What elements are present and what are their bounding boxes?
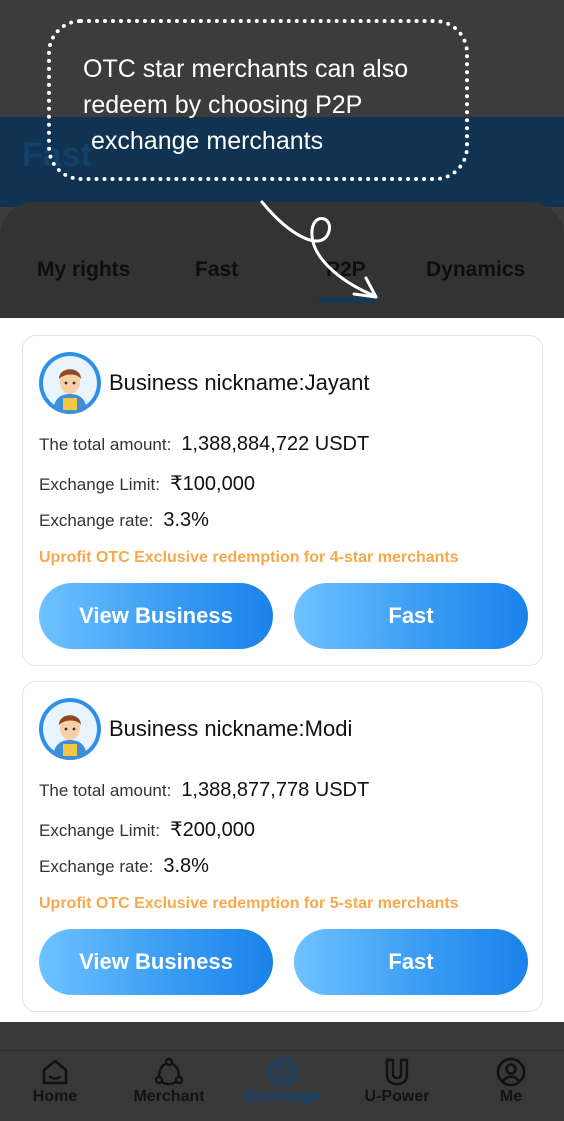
merchant-icon — [154, 1057, 184, 1086]
tooltip-line-2: redeem by choosing P2P — [83, 91, 363, 119]
fast-button[interactable]: Fast — [294, 929, 528, 995]
guide-tooltip: OTC star merchants can also redeem by ch… — [47, 19, 469, 181]
total-amount-value: 1,388,884,722 USDT — [181, 433, 370, 455]
home-icon — [42, 1059, 68, 1085]
total-amount-value: 1,388,877,778 USDT — [181, 779, 370, 801]
tooltip-line-3: exchange merchants — [91, 127, 324, 155]
exchange-limit-label: Exchange Limit: — [39, 821, 160, 840]
tab-dynamics[interactable]: Dynamics — [426, 258, 525, 282]
tab-my-rights[interactable]: My rights — [37, 258, 130, 282]
fast-button[interactable]: Fast — [294, 583, 528, 649]
merchant-card: Business nickname:Jayant The total amoun… — [22, 335, 543, 666]
exchange-rate-label: Exchange rate: — [39, 511, 154, 530]
nav-me-label: Me — [499, 1088, 523, 1105]
nav-me[interactable]: Me — [461, 1056, 561, 1106]
exchange-rate-label: Exchange rate: — [39, 857, 154, 876]
exchange-icon — [268, 1057, 298, 1087]
total-amount-row: The total amount: 1,388,877,778 USDT — [39, 779, 369, 802]
exchange-rate-row: Exchange rate: 3.8% — [39, 855, 209, 878]
profile-icon — [496, 1057, 526, 1087]
exclusive-note: Uprofit OTC Exclusive redemption for 4-s… — [39, 549, 459, 566]
nav-u-power-label: U-Power — [364, 1088, 430, 1105]
exchange-limit-value: ₹200,000 — [169, 819, 255, 841]
merchant-avatar-icon — [43, 356, 97, 414]
tooltip-arrow-icon — [260, 200, 378, 299]
merchant-nickname: Business nickname:Modi — [109, 716, 353, 741]
view-business-button[interactable]: View Business — [39, 583, 273, 649]
nav-home[interactable]: Home — [5, 1056, 105, 1106]
merchant-avatar-icon — [43, 702, 97, 760]
nav-u-power[interactable]: U-Power — [347, 1056, 447, 1106]
nav-exchange-label: Exchange — [245, 1088, 321, 1105]
total-amount-label: The total amount: — [39, 781, 172, 800]
merchant-list: Business nickname:Jayant The total amoun… — [0, 318, 564, 1022]
nav-exchange[interactable]: Exchange — [233, 1056, 333, 1106]
tab-fast[interactable]: Fast — [195, 258, 238, 282]
exchange-limit-label: Exchange Limit: — [39, 475, 160, 494]
nav-merchant-label: Merchant — [133, 1088, 205, 1105]
total-amount-label: The total amount: — [39, 435, 172, 454]
exchange-rate-value: 3.3% — [163, 509, 209, 531]
exchange-rate-value: 3.8% — [163, 855, 209, 877]
avatar — [39, 352, 101, 414]
exclusive-note: Uprofit OTC Exclusive redemption for 5-s… — [39, 895, 459, 912]
merchant-card: Business nickname:Modi The total amount:… — [22, 681, 543, 1012]
tooltip-line-1: OTC star merchants can also — [83, 55, 409, 83]
nav-home-label: Home — [32, 1088, 78, 1105]
avatar — [39, 698, 101, 760]
merchant-nickname: Business nickname:Jayant — [109, 370, 370, 395]
bottom-nav-divider — [0, 1050, 564, 1051]
exchange-rate-row: Exchange rate: 3.3% — [39, 509, 209, 532]
nav-merchant[interactable]: Merchant — [119, 1056, 219, 1106]
view-business-button[interactable]: View Business — [39, 929, 273, 995]
exchange-limit-value: ₹100,000 — [169, 473, 255, 495]
exchange-limit-row: Exchange Limit: ₹200,000 — [39, 817, 255, 842]
total-amount-row: The total amount: 1,388,884,722 USDT — [39, 433, 369, 456]
exchange-limit-row: Exchange Limit: ₹100,000 — [39, 471, 255, 496]
u-power-icon — [385, 1058, 409, 1086]
